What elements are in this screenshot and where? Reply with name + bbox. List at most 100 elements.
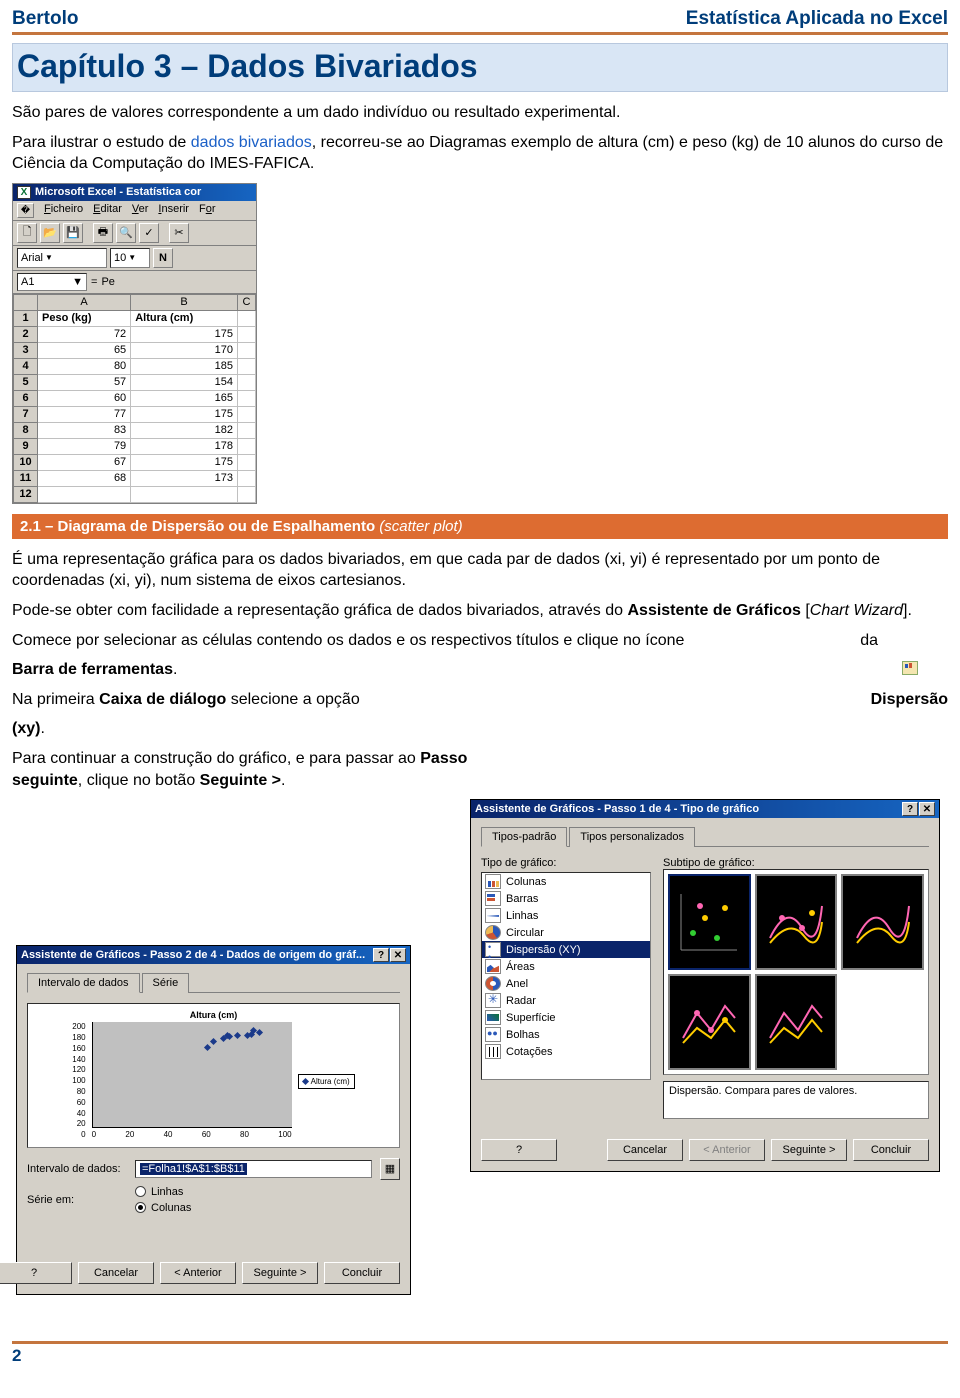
bold-icon[interactable]: N xyxy=(153,248,173,268)
cell[interactable]: Altura (cm) xyxy=(131,310,238,326)
cell[interactable]: 165 xyxy=(131,390,238,406)
open-icon[interactable]: 📂 xyxy=(40,223,60,243)
name-box[interactable]: A1▼ xyxy=(17,273,87,291)
excel-doc-icon[interactable]: � xyxy=(17,203,34,218)
type-superficie[interactable]: Superfície xyxy=(482,1009,650,1026)
excel-grid[interactable]: A B C 1Peso (kg)Altura (cm) 272175 36517… xyxy=(13,294,256,503)
chart-wizard-icon[interactable] xyxy=(902,661,918,675)
cell[interactable]: 154 xyxy=(131,374,238,390)
cell[interactable]: 80 xyxy=(38,358,131,374)
close-icon[interactable]: ✕ xyxy=(919,802,935,816)
row-hdr[interactable]: 4 xyxy=(14,358,38,374)
help-button[interactable]: ? xyxy=(481,1139,557,1161)
tab-tipos-personalizados[interactable]: Tipos personalizados xyxy=(569,827,695,847)
tab-serie[interactable]: Série xyxy=(142,973,190,993)
row-hdr[interactable]: 8 xyxy=(14,422,38,438)
finish-button[interactable]: Concluir xyxy=(853,1139,929,1161)
cell[interactable]: 83 xyxy=(38,422,131,438)
new-icon[interactable]: 🗋 xyxy=(17,223,37,243)
subtype-scatter-lines[interactable] xyxy=(755,974,838,1070)
corner-cell[interactable] xyxy=(14,294,38,310)
row-hdr[interactable]: 2 xyxy=(14,326,38,342)
dialog-title-bar[interactable]: Assistente de Gráficos - Passo 1 de 4 - … xyxy=(471,800,939,818)
close-icon[interactable]: ✕ xyxy=(390,948,406,962)
font-size-combo[interactable]: 10▼ xyxy=(110,248,150,268)
data-range-input[interactable]: =Folha1!$A$1:$B$11 xyxy=(135,1160,372,1178)
print-icon[interactable]: 🖶 xyxy=(93,223,113,243)
cell[interactable]: 57 xyxy=(38,374,131,390)
radio-linhas[interactable]: Linhas xyxy=(135,1186,191,1198)
cell[interactable]: 178 xyxy=(131,438,238,454)
type-anel[interactable]: Anel xyxy=(482,975,650,992)
row-hdr[interactable]: 1 xyxy=(14,310,38,326)
row-hdr[interactable]: 7 xyxy=(14,406,38,422)
cancel-button[interactable]: Cancelar xyxy=(78,1262,154,1284)
chart-type-list[interactable]: Colunas Barras Linhas Circular Dispersão… xyxy=(481,872,651,1080)
type-areas[interactable]: Áreas xyxy=(482,958,650,975)
spellcheck-icon[interactable]: ✓ xyxy=(139,223,159,243)
cell[interactable]: 175 xyxy=(131,406,238,422)
cell[interactable]: 77 xyxy=(38,406,131,422)
row-hdr[interactable]: 6 xyxy=(14,390,38,406)
tab-intervalo-dados[interactable]: Intervalo de dados xyxy=(27,973,140,993)
cell[interactable]: 79 xyxy=(38,438,131,454)
row-hdr[interactable]: 12 xyxy=(14,486,38,502)
cell[interactable]: 170 xyxy=(131,342,238,358)
row-hdr[interactable]: 11 xyxy=(14,470,38,486)
save-icon[interactable]: 💾 xyxy=(63,223,83,243)
cell[interactable]: 175 xyxy=(131,326,238,342)
col-C[interactable]: C xyxy=(238,294,256,310)
font-combo[interactable]: Arial▼ xyxy=(17,248,107,268)
dialog-title-bar[interactable]: Assistente de Gráficos - Passo 2 de 4 - … xyxy=(17,946,410,964)
back-button[interactable]: < Anterior xyxy=(689,1139,765,1161)
subtype-scatter-markers[interactable] xyxy=(668,874,751,970)
cell[interactable]: Peso (kg) xyxy=(38,310,131,326)
cell[interactable]: 173 xyxy=(131,470,238,486)
row-hdr[interactable]: 5 xyxy=(14,374,38,390)
cell[interactable]: 72 xyxy=(38,326,131,342)
cell[interactable]: 65 xyxy=(38,342,131,358)
row-hdr[interactable]: 3 xyxy=(14,342,38,358)
finish-button[interactable]: Concluir xyxy=(324,1262,400,1284)
type-colunas[interactable]: Colunas xyxy=(482,873,650,890)
back-button[interactable]: < Anterior xyxy=(160,1262,236,1284)
type-barras[interactable]: Barras xyxy=(482,890,650,907)
col-A[interactable]: A xyxy=(38,294,131,310)
range-selector-icon[interactable]: ▦ xyxy=(380,1158,400,1180)
radio-colunas[interactable]: Colunas xyxy=(135,1202,191,1214)
menu-formatar[interactable]: For xyxy=(199,203,216,218)
row-hdr[interactable]: 10 xyxy=(14,454,38,470)
help-button[interactable]: ? xyxy=(0,1262,72,1284)
menu-ver[interactable]: Ver xyxy=(132,203,149,218)
tab-tipos-padrao[interactable]: Tipos-padrão xyxy=(481,827,567,847)
cell[interactable]: 60 xyxy=(38,390,131,406)
menu-inserir[interactable]: Inserir xyxy=(158,203,189,218)
type-dispersao-xy[interactable]: Dispersão (XY) xyxy=(482,941,650,958)
next-button[interactable]: Seguinte > xyxy=(771,1139,847,1161)
type-cotacoes[interactable]: Cotações xyxy=(482,1043,650,1060)
cut-icon[interactable]: ✂ xyxy=(169,223,189,243)
cancel-button[interactable]: Cancelar xyxy=(607,1139,683,1161)
subtype-scatter-smooth[interactable] xyxy=(841,874,924,970)
menu-ficheiro[interactable]: FFicheiroicheiro xyxy=(44,203,83,218)
surface-icon xyxy=(485,1010,501,1025)
type-linhas[interactable]: Linhas xyxy=(482,907,650,924)
subtype-scatter-smooth-markers[interactable] xyxy=(755,874,838,970)
menu-editar[interactable]: Editar xyxy=(93,203,122,218)
cell[interactable]: 175 xyxy=(131,454,238,470)
type-circular[interactable]: Circular xyxy=(482,924,650,941)
preview-icon[interactable]: 🔍 xyxy=(116,223,136,243)
cell[interactable]: 185 xyxy=(131,358,238,374)
cell[interactable]: 67 xyxy=(38,454,131,470)
type-bolhas[interactable]: Bolhas xyxy=(482,1026,650,1043)
row-hdr[interactable]: 9 xyxy=(14,438,38,454)
subtype-scatter-lines-markers[interactable] xyxy=(668,974,751,1070)
next-button[interactable]: Seguinte > xyxy=(242,1262,318,1284)
help-icon[interactable]: ? xyxy=(902,802,918,816)
cell[interactable]: 68 xyxy=(38,470,131,486)
help-icon[interactable]: ? xyxy=(373,948,389,962)
col-B[interactable]: B xyxy=(131,294,238,310)
cell[interactable]: 182 xyxy=(131,422,238,438)
formula-value[interactable]: Pe xyxy=(101,276,114,288)
type-radar[interactable]: Radar xyxy=(482,992,650,1009)
